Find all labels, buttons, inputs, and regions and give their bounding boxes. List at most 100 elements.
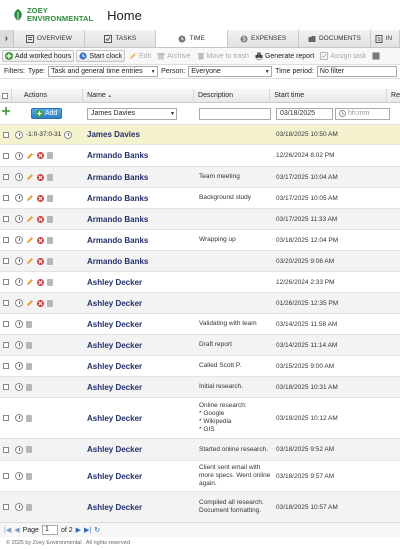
row-checkbox[interactable] [2, 342, 9, 348]
tab-invoices[interactable]: $ IN [370, 30, 400, 47]
add-entry-button[interactable]: Add [31, 108, 63, 119]
table-row[interactable]: Ashley Decker Compiled all research. Docu… [0, 492, 400, 523]
document-icon[interactable] [47, 299, 53, 307]
delete-icon[interactable] [37, 278, 44, 286]
table-row[interactable]: Ashley Decker Validating with team 03/14/2… [0, 314, 400, 335]
document-icon[interactable] [47, 278, 53, 286]
last-page-icon[interactable]: ▶| [84, 526, 91, 534]
document-icon[interactable] [26, 414, 32, 422]
row-checkbox[interactable] [2, 279, 9, 285]
document-icon[interactable] [47, 257, 53, 265]
table-row[interactable]: Ashley Decker Online research: * Google *… [0, 398, 400, 439]
delete-icon[interactable] [37, 152, 44, 159]
table-row[interactable]: Armando Banks Team meeting 03/17/2025 10:0… [0, 167, 400, 188]
page-number-input[interactable]: 1 [41, 525, 58, 535]
clock-icon[interactable] [15, 503, 23, 511]
select-all-checkbox[interactable] [2, 92, 9, 99]
prev-page-icon[interactable]: ◀ [14, 526, 19, 534]
description-input[interactable] [199, 107, 271, 120]
pencil-icon[interactable] [26, 215, 34, 223]
clock-icon[interactable] [15, 194, 23, 202]
date-input[interactable]: 03/18/2025 [276, 107, 333, 120]
document-icon[interactable] [26, 446, 32, 453]
delete-icon[interactable] [37, 236, 44, 244]
clock-icon[interactable] [15, 236, 23, 244]
clock-icon[interactable] [15, 362, 23, 370]
table-row[interactable]: Ashley Decker Started online research. 03/… [0, 439, 400, 461]
more-tools-button[interactable] [370, 51, 382, 61]
add-worked-hours-button[interactable]: Add worked hours [2, 50, 75, 62]
row-checkbox[interactable] [2, 237, 9, 243]
delete-icon[interactable] [37, 194, 44, 202]
table-row[interactable]: Ashley Decker Draft report 03/14/2025 11:1… [0, 335, 400, 356]
pencil-icon[interactable] [26, 194, 34, 202]
tab-documents[interactable]: DOCUMENTS [299, 30, 371, 47]
document-icon[interactable] [47, 152, 53, 159]
clock-icon[interactable] [15, 414, 23, 422]
chevron-left-icon[interactable]: › [0, 30, 14, 47]
stop-timer-icon[interactable] [64, 130, 73, 139]
row-checkbox[interactable] [2, 152, 9, 159]
row-checkbox[interactable] [2, 258, 9, 264]
description-column-header[interactable]: Description [193, 88, 269, 103]
pencil-icon[interactable] [26, 257, 34, 265]
type-filter-select[interactable]: Task and general time entries ▼ [48, 66, 159, 77]
clock-icon[interactable] [15, 341, 23, 349]
row-checkbox[interactable] [2, 321, 9, 327]
table-row[interactable]: Armando Banks Wrapping up 03/18/2025 12:04… [0, 230, 400, 251]
start-clock-button[interactable]: Start clock [76, 50, 126, 62]
document-icon[interactable] [47, 236, 53, 244]
row-checkbox[interactable] [2, 363, 9, 369]
delete-icon[interactable] [37, 299, 44, 307]
clock-icon[interactable] [15, 320, 23, 328]
person-filter-select[interactable]: Everyone ▼ [188, 66, 273, 77]
row-checkbox[interactable] [2, 174, 9, 180]
clock-icon[interactable] [15, 130, 23, 139]
table-row[interactable]: Armando Banks 03/20/2025 9:06 AM [0, 251, 400, 272]
document-icon[interactable] [47, 215, 53, 223]
pencil-icon[interactable] [26, 278, 34, 286]
document-icon[interactable] [26, 383, 32, 391]
table-row[interactable]: Armando Banks 03/17/2025 11:33 AM [0, 209, 400, 230]
delete-icon[interactable] [37, 173, 44, 181]
row-checkbox[interactable] [2, 216, 9, 222]
tab-expenses[interactable]: $ EXPENSES [227, 30, 300, 47]
row-checkbox[interactable] [2, 504, 9, 510]
table-row[interactable]: Armando Banks Background study 03/17/2025 … [0, 188, 400, 209]
clock-icon[interactable] [15, 472, 23, 480]
clock-icon[interactable] [15, 278, 23, 286]
clock-icon[interactable] [15, 151, 23, 160]
clock-icon[interactable] [15, 445, 23, 454]
row-checkbox[interactable] [2, 131, 9, 138]
pencil-icon[interactable] [26, 299, 34, 307]
document-icon[interactable] [26, 362, 32, 370]
row-checkbox[interactable] [2, 446, 9, 453]
plus-icon[interactable] [1, 106, 10, 115]
table-row[interactable]: Ashley Decker Called Scott P. 03/15/2025 9… [0, 356, 400, 377]
tab-overview[interactable]: OVERVIEW [13, 30, 86, 47]
table-row[interactable]: Ashley Decker Initial research. 03/18/2025… [0, 377, 400, 398]
clock-icon[interactable] [15, 257, 23, 265]
row-checkbox[interactable] [2, 473, 9, 479]
start-time-column-header[interactable]: Start time [269, 88, 386, 103]
first-page-icon[interactable]: |◀ [4, 526, 11, 534]
period-filter-select[interactable]: No filter [316, 66, 397, 77]
edit-button[interactable]: Edit [127, 51, 153, 61]
table-row[interactable]: Ashley Decker Client sent email with more… [0, 461, 400, 492]
row-checkbox[interactable] [2, 384, 9, 390]
refresh-icon[interactable]: ↻ [94, 526, 100, 534]
document-icon[interactable] [26, 472, 32, 480]
pencil-icon[interactable] [26, 152, 34, 160]
clock-icon[interactable] [15, 173, 23, 181]
move-to-trash-button[interactable]: Move to trash [195, 51, 251, 61]
table-row[interactable]: -1:0-37:0-31 James Davies 03/18/2025 10:50… [0, 125, 400, 145]
name-select[interactable]: James Davies ▼ [87, 107, 177, 120]
generate-report-button[interactable]: Generate report [253, 51, 316, 61]
clock-icon[interactable] [15, 215, 23, 223]
table-row[interactable]: Ashley Decker 01/26/2025 12:35 PM [0, 293, 400, 314]
table-row[interactable]: Armando Banks 12/26/2024 8:02 PM [0, 145, 400, 167]
document-icon[interactable] [26, 320, 32, 328]
delete-icon[interactable] [37, 215, 44, 223]
table-row[interactable]: Ashley Decker 12/26/2024 2:33 PM [0, 272, 400, 293]
pencil-icon[interactable] [26, 236, 34, 244]
